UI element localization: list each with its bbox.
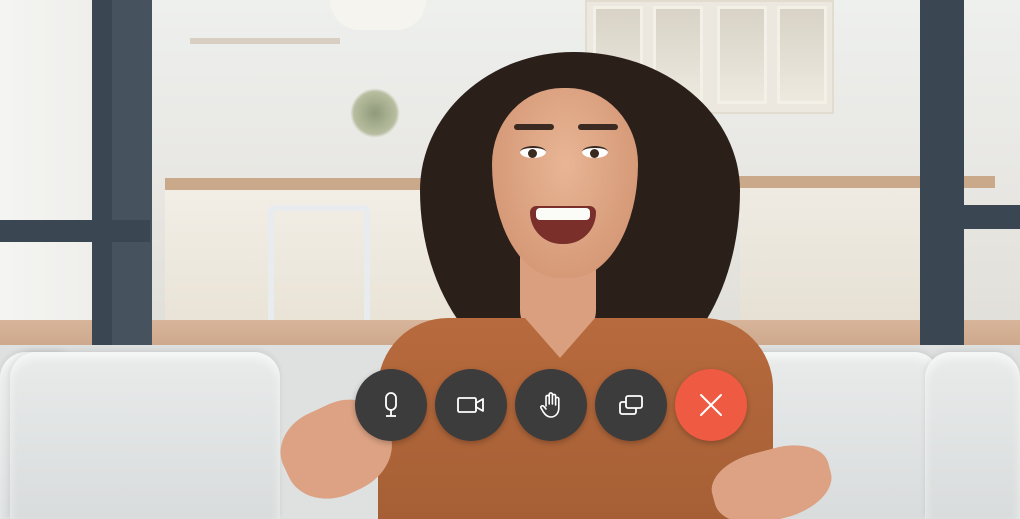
sofa-cushion bbox=[925, 352, 1020, 519]
share-screen-button[interactable]: Share screen bbox=[595, 369, 667, 441]
microphone-icon bbox=[385, 392, 397, 417]
background-lower-cabinets bbox=[740, 188, 940, 330]
close-icon bbox=[700, 394, 722, 416]
background-plant bbox=[350, 88, 400, 138]
share-screen-icon bbox=[619, 395, 643, 415]
cabinet-glass bbox=[777, 6, 827, 104]
eye bbox=[582, 146, 608, 158]
mouth bbox=[530, 206, 596, 244]
window-frame bbox=[112, 0, 152, 350]
microphone-button[interactable]: Microphone bbox=[355, 369, 427, 441]
end-call-button[interactable]: End call bbox=[675, 369, 747, 441]
eye bbox=[520, 146, 546, 158]
eyebrow bbox=[514, 124, 554, 130]
window-frame bbox=[940, 205, 1020, 229]
background-shelf bbox=[190, 38, 340, 44]
window-frame bbox=[920, 0, 964, 352]
raise-hand-icon bbox=[540, 392, 560, 418]
window-frame bbox=[92, 0, 112, 350]
call-controls: Microphone Camera Raise hand Share scree… bbox=[355, 369, 747, 441]
background-lamp bbox=[330, 0, 426, 30]
video-camera-icon bbox=[457, 397, 484, 413]
camera-button[interactable]: Camera bbox=[435, 369, 507, 441]
eyebrow bbox=[578, 124, 618, 130]
raise-hand-button[interactable]: Raise hand bbox=[515, 369, 587, 441]
cabinet-glass bbox=[717, 6, 767, 104]
video-call-view: Microphone Camera Raise hand Share scree… bbox=[0, 0, 1020, 519]
window-frame bbox=[0, 220, 150, 242]
sofa-cushion bbox=[10, 352, 280, 519]
